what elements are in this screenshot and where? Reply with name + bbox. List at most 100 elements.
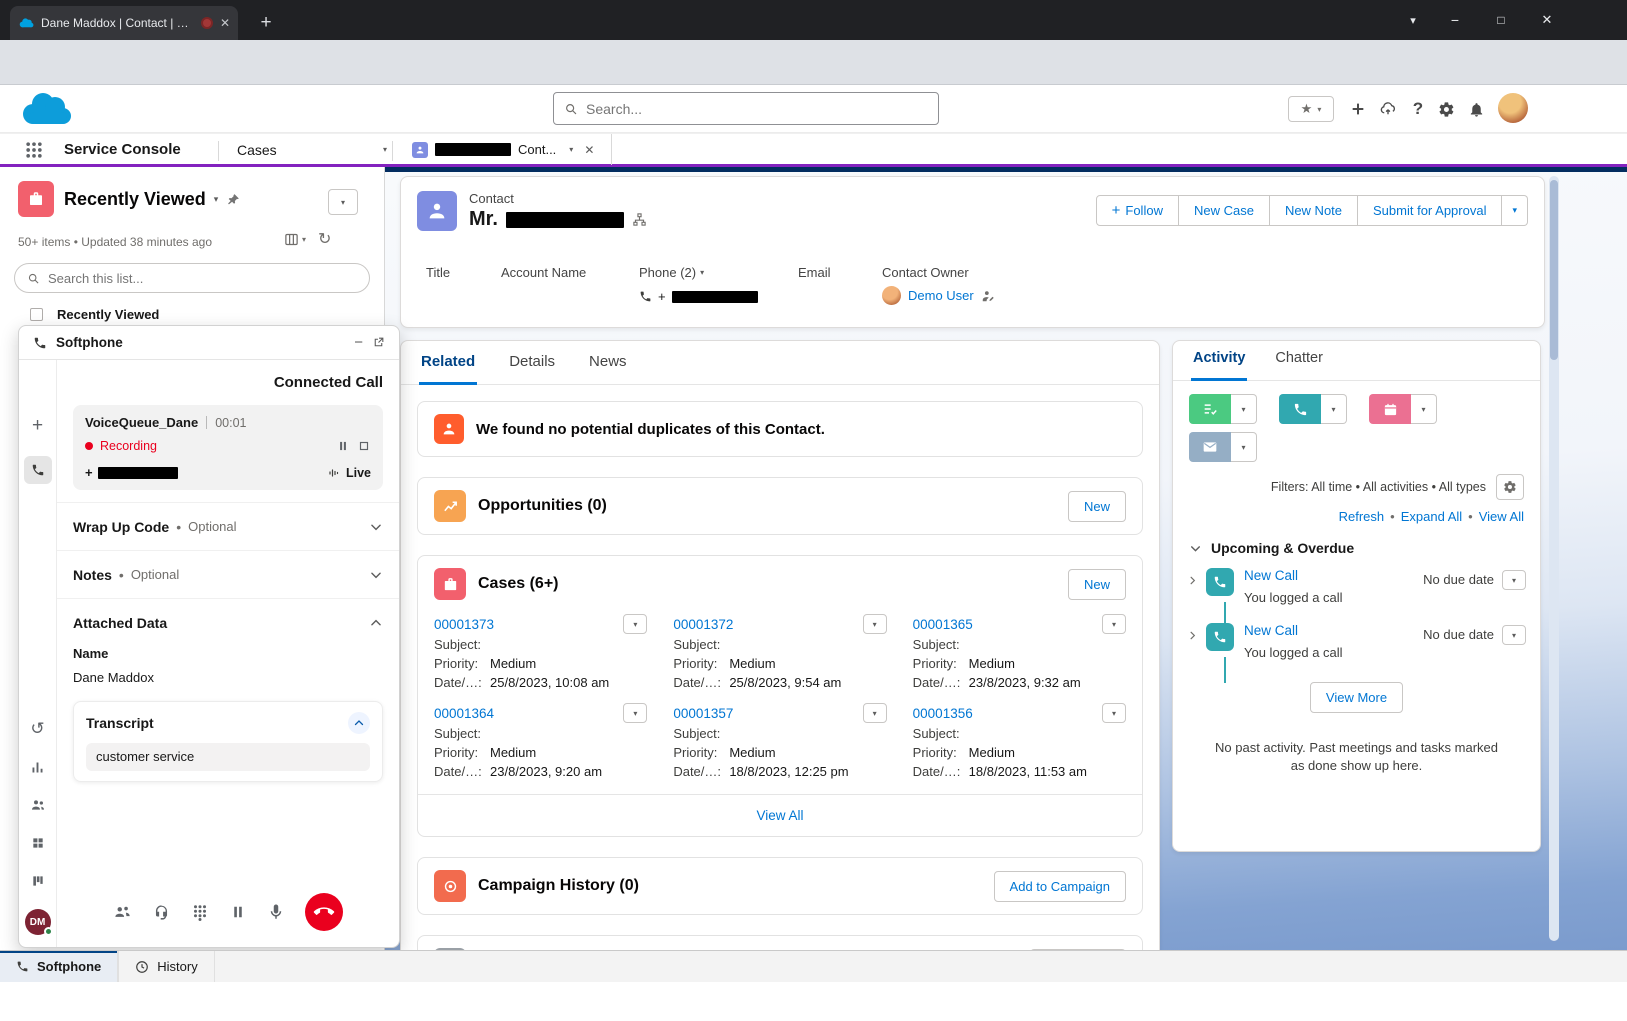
refresh-icon[interactable]: ↻ bbox=[318, 229, 331, 249]
tab-close-icon[interactable]: ✕ bbox=[220, 16, 230, 30]
recents-icon[interactable]: ↺ bbox=[24, 715, 52, 743]
phone-value[interactable]: + bbox=[639, 289, 758, 304]
tab-chatter[interactable]: Chatter bbox=[1273, 350, 1325, 381]
wrap-up-code-accordion[interactable]: Wrap Up Code • Optional bbox=[57, 502, 399, 550]
nav-tab-cases[interactable]: Cases ▾ bbox=[237, 134, 387, 165]
case-actions-dropdown[interactable]: ▾ bbox=[1102, 703, 1126, 723]
setup-gear-icon[interactable] bbox=[1432, 95, 1460, 123]
window-minimize-button[interactable]: − bbox=[1432, 0, 1478, 40]
phone-dropdown-icon[interactable]: ▾ bbox=[700, 268, 704, 277]
chevron-up-icon[interactable] bbox=[348, 712, 370, 734]
task-dropdown-icon[interactable]: ▾ bbox=[1231, 394, 1257, 424]
change-owner-icon[interactable] bbox=[981, 289, 995, 303]
view-more-button[interactable]: View More bbox=[1310, 682, 1403, 713]
refresh-link[interactable]: Refresh bbox=[1339, 509, 1385, 524]
more-actions-dropdown[interactable]: ▾ bbox=[1502, 195, 1528, 226]
case-actions-dropdown[interactable]: ▾ bbox=[1102, 614, 1126, 634]
upload-cloud-icon[interactable] bbox=[1374, 95, 1402, 123]
notes-icon[interactable] bbox=[24, 867, 52, 895]
list-view-header[interactable]: Recently Viewed ▾ bbox=[64, 189, 240, 210]
case-actions-dropdown[interactable]: ▾ bbox=[863, 703, 887, 723]
case-actions-dropdown[interactable]: ▾ bbox=[863, 614, 887, 634]
expand-chevron-icon[interactable] bbox=[1187, 630, 1198, 641]
minimize-icon[interactable]: − bbox=[354, 334, 363, 351]
new-case-button[interactable]: New Case bbox=[1179, 195, 1270, 226]
new-task-icon[interactable] bbox=[1189, 394, 1231, 424]
case-actions-dropdown[interactable]: ▾ bbox=[623, 703, 647, 723]
follow-button[interactable]: + Follow bbox=[1096, 195, 1179, 226]
activity-actions-dropdown[interactable]: ▾ bbox=[1502, 625, 1526, 645]
stop-recording-icon[interactable] bbox=[357, 439, 371, 453]
expand-chevron-icon[interactable] bbox=[1187, 575, 1198, 586]
end-call-button[interactable] bbox=[305, 893, 343, 931]
row-checkbox[interactable] bbox=[30, 308, 43, 321]
call-dropdown-icon[interactable]: ▾ bbox=[1321, 394, 1347, 424]
agent-headset-icon[interactable] bbox=[152, 903, 171, 922]
softphone-titlebar[interactable]: Softphone − bbox=[19, 326, 399, 360]
case-number-link[interactable]: 00001373 bbox=[434, 617, 494, 632]
agent-avatar[interactable]: DM bbox=[25, 909, 51, 935]
email-dropdown-icon[interactable]: ▾ bbox=[1231, 432, 1257, 462]
pause-recording-icon[interactable] bbox=[336, 439, 350, 453]
phone-tab-icon[interactable] bbox=[24, 456, 52, 484]
list-row[interactable]: Recently Viewed bbox=[30, 307, 159, 322]
pin-icon[interactable] bbox=[226, 193, 240, 207]
hierarchy-icon[interactable] bbox=[632, 212, 647, 227]
global-search[interactable] bbox=[553, 92, 939, 125]
list-view-controls-dropdown[interactable]: ▾ bbox=[328, 189, 358, 215]
global-actions-icon[interactable] bbox=[1344, 95, 1372, 123]
chevron-down-icon[interactable]: ▾ bbox=[569, 145, 573, 154]
chevron-down-icon[interactable] bbox=[369, 568, 383, 582]
window-maximize-button[interactable]: □ bbox=[1478, 0, 1524, 40]
user-avatar[interactable] bbox=[1498, 93, 1528, 123]
close-tab-icon[interactable]: ✕ bbox=[584, 143, 594, 157]
cases-view-all-link[interactable]: View All bbox=[756, 808, 803, 823]
expand-all-link[interactable]: Expand All bbox=[1401, 509, 1462, 524]
help-icon[interactable]: ? bbox=[1404, 95, 1432, 123]
case-number-link[interactable]: 00001356 bbox=[913, 706, 973, 721]
workspace-tab-contact[interactable]: Cont... ▾ ✕ bbox=[404, 134, 612, 165]
display-settings-icon[interactable]: ▾ bbox=[284, 232, 306, 247]
view-all-link[interactable]: View All bbox=[1479, 509, 1524, 524]
conference-icon[interactable] bbox=[113, 903, 132, 922]
notes-accordion[interactable]: Notes • Optional bbox=[57, 550, 399, 598]
chevron-down-icon[interactable] bbox=[369, 520, 383, 534]
utility-softphone[interactable]: Softphone bbox=[0, 951, 118, 982]
dialpad-icon[interactable] bbox=[191, 903, 209, 921]
attached-data-accordion[interactable]: Attached Data bbox=[57, 598, 399, 646]
analytics-icon[interactable] bbox=[24, 753, 52, 781]
case-actions-dropdown[interactable]: ▾ bbox=[623, 614, 647, 634]
new-opportunity-button[interactable]: New bbox=[1068, 491, 1126, 522]
tab-search-chevron-icon[interactable]: ▾ bbox=[1398, 0, 1428, 40]
activity-filter-gear-icon[interactable] bbox=[1496, 474, 1524, 500]
chevron-up-icon[interactable] bbox=[369, 616, 383, 630]
new-event-icon[interactable] bbox=[1369, 394, 1411, 424]
email-icon[interactable] bbox=[1189, 432, 1231, 462]
event-dropdown-icon[interactable]: ▾ bbox=[1411, 394, 1437, 424]
new-note-button[interactable]: New Note bbox=[1270, 195, 1358, 226]
tab-details[interactable]: Details bbox=[507, 353, 557, 385]
add-icon[interactable]: + bbox=[24, 412, 52, 440]
case-number-link[interactable]: 00001365 bbox=[913, 617, 973, 632]
global-search-input[interactable] bbox=[586, 101, 928, 117]
section-chevron-icon[interactable] bbox=[1189, 542, 1202, 555]
tab-news[interactable]: News bbox=[587, 353, 629, 385]
utility-history[interactable]: History bbox=[118, 951, 214, 982]
tab-activity[interactable]: Activity bbox=[1191, 350, 1247, 381]
submit-for-approval-button[interactable]: Submit for Approval bbox=[1358, 195, 1502, 226]
case-number-link[interactable]: 00001364 bbox=[434, 706, 494, 721]
window-close-button[interactable]: ✕ bbox=[1524, 0, 1570, 40]
activity-title-link[interactable]: New Call bbox=[1244, 623, 1298, 638]
app-launcher-waffle-icon[interactable] bbox=[24, 134, 44, 165]
notifications-bell-icon[interactable] bbox=[1462, 95, 1490, 123]
case-number-link[interactable]: 00001372 bbox=[673, 617, 733, 632]
chevron-down-icon[interactable]: ▾ bbox=[214, 194, 219, 205]
mute-mic-icon[interactable] bbox=[267, 903, 285, 921]
owner-link[interactable]: Demo User bbox=[908, 288, 974, 303]
apps-grid-icon[interactable] bbox=[24, 829, 52, 857]
new-tab-button[interactable]: + bbox=[252, 9, 280, 37]
new-case-related-button[interactable]: New bbox=[1068, 569, 1126, 600]
chevron-down-icon[interactable]: ▾ bbox=[383, 145, 387, 154]
activity-title-link[interactable]: New Call bbox=[1244, 568, 1298, 583]
case-number-link[interactable]: 00001357 bbox=[673, 706, 733, 721]
